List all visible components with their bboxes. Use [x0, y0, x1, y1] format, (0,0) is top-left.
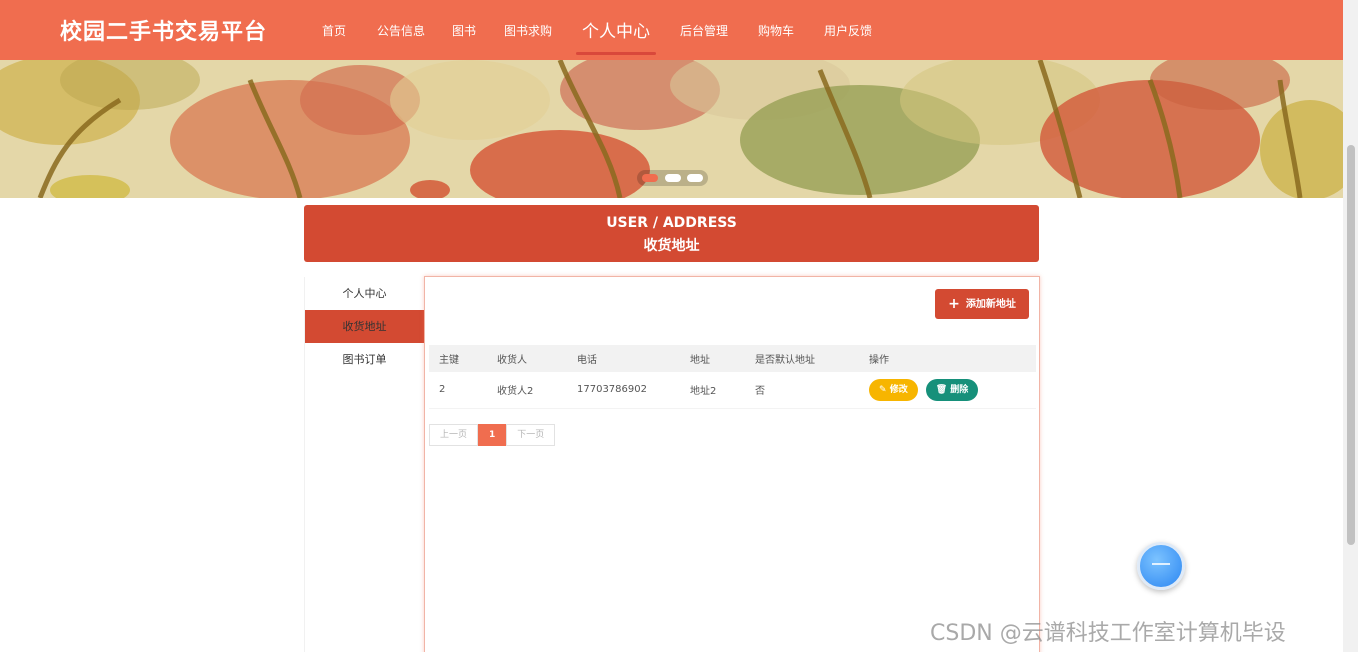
add-address-label: 添加新地址 — [965, 299, 1016, 310]
top-navbar: 校园二手书交易平台 首页 公告信息 图书 图书求购 个人中心 后台管理 购物车 … — [0, 0, 1343, 60]
scrollbar-thumb[interactable] — [1347, 145, 1355, 545]
plus-icon: + — [948, 296, 960, 312]
cell-actions: ✎ 修改 🗑 删除 — [859, 372, 1036, 409]
delete-button[interactable]: 🗑 删除 — [925, 378, 979, 401]
table-header-row: 主键 收货人 电话 地址 是否默认地址 操作 — [429, 345, 1036, 372]
carousel-dot-2[interactable] — [665, 174, 681, 182]
site-title: 校园二手书交易平台 — [60, 20, 268, 45]
carousel-dot-3[interactable] — [687, 174, 703, 182]
nav-book-requests[interactable]: 图书求购 — [504, 22, 552, 39]
page-1-button[interactable]: 1 — [478, 424, 507, 446]
delete-label: 删除 — [950, 384, 969, 395]
cell-consignee: 收货人2 — [487, 372, 567, 409]
carousel-indicators — [637, 170, 708, 186]
cell-address: 地址2 — [680, 372, 745, 409]
sidebar-item-book-orders[interactable]: 图书订单 — [305, 343, 424, 376]
col-actions: 操作 — [859, 345, 1036, 372]
page-title: 收货地址 — [643, 238, 700, 254]
address-panel: + 添加新地址 主键 收货人 电话 地址 是否默认地址 操作 2 收货人2 177… — [424, 276, 1040, 652]
carousel-dot-1[interactable] — [642, 174, 658, 182]
cell-default: 否 — [745, 372, 859, 409]
pencil-icon: ✎ — [879, 384, 890, 395]
col-default: 是否默认地址 — [745, 345, 859, 372]
edit-label: 修改 — [889, 384, 908, 395]
pagination: 上一页 1 下一页 — [429, 424, 556, 446]
edit-button[interactable]: ✎ 修改 — [869, 378, 918, 401]
next-page-button[interactable]: 下一页 — [506, 424, 556, 446]
col-consignee: 收货人 — [487, 345, 567, 372]
table-row: 2 收货人2 17703786902 地址2 否 ✎ 修改 🗑 删除 — [429, 372, 1036, 409]
sidebar-item-personal-center[interactable]: 个人中心 — [305, 277, 424, 310]
page-title-bar: USER / ADDRESS 收货地址 — [304, 205, 1039, 262]
address-table: 主键 收货人 电话 地址 是否默认地址 操作 2 收货人2 1770378690… — [429, 345, 1036, 409]
floating-assistant-icon[interactable] — [1137, 542, 1185, 590]
page-title-en: USER / ADDRESS — [606, 215, 737, 231]
nav-active-indicator — [576, 52, 656, 55]
nav-admin[interactable]: 后台管理 — [680, 22, 728, 39]
nav-home[interactable]: 首页 — [322, 22, 346, 39]
cell-phone: 17703786902 — [567, 372, 680, 409]
nav-books[interactable]: 图书 — [452, 22, 476, 39]
col-phone: 电话 — [567, 345, 680, 372]
page: 校园二手书交易平台 首页 公告信息 图书 图书求购 个人中心 后台管理 购物车 … — [0, 0, 1358, 652]
prev-page-button[interactable]: 上一页 — [429, 424, 479, 446]
watermark: CSDN @云谱科技工作室计算机毕设 — [930, 621, 1286, 646]
nav-personal-center[interactable]: 个人中心 — [582, 17, 650, 42]
sidebar-item-address[interactable]: 收货地址 — [305, 310, 424, 343]
add-address-button[interactable]: + 添加新地址 — [935, 289, 1029, 319]
col-address: 地址 — [680, 345, 745, 372]
col-id: 主键 — [429, 345, 487, 372]
sidebar-menu: 个人中心 收货地址 图书订单 — [304, 277, 424, 652]
nav-feedback[interactable]: 用户反馈 — [824, 22, 872, 39]
nav-cart[interactable]: 购物车 — [758, 22, 794, 39]
trash-icon: 🗑 — [935, 384, 951, 395]
nav-announcements[interactable]: 公告信息 — [377, 22, 425, 39]
cell-id: 2 — [429, 372, 487, 409]
